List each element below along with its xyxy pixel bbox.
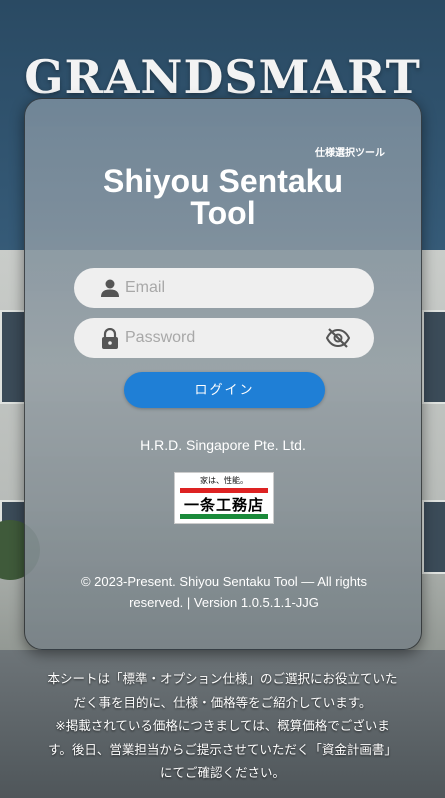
email-placeholder: Email (125, 279, 166, 296)
notice-line4: す。後日、営業担当からご提示させていただく「資金計画書」 (48, 741, 397, 757)
brand-title: GRANDSMART (24, 50, 421, 104)
background-window (0, 310, 26, 404)
notice-line1: 本シートは「標準・オプション仕様」のご選択にお役立ていた (47, 671, 398, 686)
logo-red-stripe (180, 488, 268, 493)
person-icon (100, 278, 120, 298)
notice-line2: だく事を目的に、仕様・価格等をご紹介しています。 (73, 694, 372, 710)
card-title-line1: Shiyou Sentaku (102, 163, 344, 199)
card-title-line2: Tool (190, 195, 256, 231)
notice-line5: にてご確認ください。 (159, 765, 285, 780)
copyright-footer: © 2023-Present. Shiyou Sentaku Tool — Al… (45, 571, 403, 613)
login-card: 仕様選択ツール Shiyou Sentaku Tool Email Passwo… (24, 98, 422, 650)
company-logo: 家は、性能。 一条工務店 (174, 472, 274, 524)
logo-slogan: 家は、性能。 (200, 476, 248, 485)
footer-line1: © 2023-Present. Shiyou Sentaku Tool — Al… (80, 574, 368, 589)
notice-text: 本シートは「標準・オプション仕様」のご選択にお役立ていた だく事を目的に、仕様・… (0, 667, 445, 785)
background-window (422, 310, 445, 404)
login-button[interactable]: ログイン (124, 372, 325, 408)
logo-name: 一条工務店 (183, 496, 264, 514)
notice-line3: ※掲載されている価格につきましては、概算価格でございま (55, 718, 390, 733)
password-placeholder: Password (125, 329, 196, 346)
card-tag: 仕様選択ツール (315, 148, 385, 159)
company-name: H.R.D. Singapore Pte. Ltd. (140, 437, 306, 453)
logo-green-stripe (180, 514, 268, 519)
footer-line2: reserved. | Version 1.0.5.1.1-JJG (129, 595, 319, 610)
eye-slash-icon[interactable] (325, 328, 351, 348)
background-window (422, 500, 445, 574)
lock-icon (100, 327, 120, 349)
email-field[interactable]: Email (74, 268, 374, 308)
password-field[interactable]: Password (74, 318, 374, 358)
card-title: Shiyou Sentaku Tool (25, 165, 421, 229)
